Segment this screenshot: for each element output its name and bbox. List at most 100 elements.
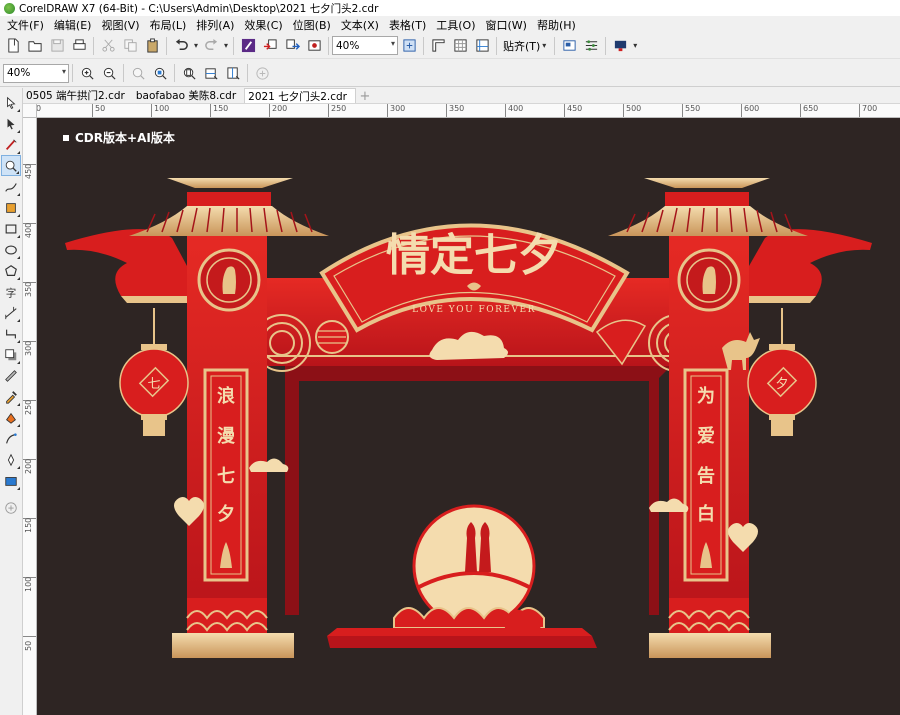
show-rulers-icon[interactable] xyxy=(427,35,449,57)
zoom-level-select[interactable]: 40% ▾ xyxy=(332,36,398,55)
interactive-fill-tool-icon[interactable] xyxy=(1,407,21,428)
vertical-ruler[interactable]: 450 400 350 300 250 200 150 100 50 xyxy=(23,118,37,715)
ruler-tick-label: 0 xyxy=(37,104,41,117)
menu-effects[interactable]: 效果(C) xyxy=(241,17,289,33)
snap-to-label: 贴齐(T) xyxy=(503,39,541,53)
zoom-in-icon[interactable] xyxy=(76,62,98,84)
outline-pen-tool-icon[interactable] xyxy=(1,449,21,470)
menu-tools[interactable]: 工具(O) xyxy=(433,17,482,33)
menu-window[interactable]: 窗口(W) xyxy=(483,17,534,33)
menu-text[interactable]: 文本(X) xyxy=(338,17,386,33)
ruler-tick-label: 100 xyxy=(24,576,33,592)
left-medallion xyxy=(197,248,261,312)
cut-icon[interactable] xyxy=(97,35,119,57)
document-tab-active[interactable]: 2021 七夕门头2.cdr xyxy=(244,88,356,103)
chevron-down-icon: ▾ xyxy=(61,66,66,76)
menu-file[interactable]: 文件(F) xyxy=(4,17,51,33)
ruler-tick-label: 400 xyxy=(505,104,523,117)
ruler-tick-label: 600 xyxy=(741,104,759,117)
drawing-canvas[interactable]: 情定七夕 LOVE YOU FOREVER 浪 漫 七 夕 为 爱 告 白 七 … xyxy=(37,118,900,715)
menu-view[interactable]: 视图(V) xyxy=(98,17,146,33)
document-tabs: 0505 端午拱门2.cdr baofabao 美陈8.cdr 2021 七夕门… xyxy=(23,88,900,104)
right-couplet-board: 为 爱 告 白 xyxy=(683,368,729,582)
smart-drawing-tool-icon[interactable] xyxy=(1,428,21,449)
redo-icon[interactable] xyxy=(200,35,222,57)
menu-layout[interactable]: 布局(L) xyxy=(147,17,194,33)
smart-fill-tool-icon[interactable] xyxy=(1,197,21,218)
separator xyxy=(423,36,424,55)
menu-table[interactable]: 表格(T) xyxy=(386,17,433,33)
right-couplet-char: 爱 xyxy=(697,426,715,447)
fill-tool-icon[interactable] xyxy=(1,470,21,491)
ruler-tick: 50 xyxy=(23,636,36,651)
save-icon[interactable] xyxy=(46,35,68,57)
pick-tool-icon[interactable] xyxy=(1,92,21,113)
zoom-to-page-width-icon[interactable] xyxy=(200,62,222,84)
options-icon[interactable] xyxy=(580,35,602,57)
paste-icon[interactable] xyxy=(141,35,163,57)
qixi-arch-artwork[interactable]: 情定七夕 LOVE YOU FOREVER 浪 漫 七 夕 为 爱 告 白 七 … xyxy=(37,118,900,715)
document-tab[interactable]: baofabao 美陈8.cdr xyxy=(133,88,244,103)
zoom-to-all-objects-icon[interactable] xyxy=(149,62,171,84)
left-couplet-char: 漫 xyxy=(217,426,236,447)
chevron-down-icon: ▾ xyxy=(390,39,395,48)
drop-shadow-tool-icon[interactable] xyxy=(1,344,21,365)
menu-bitmaps[interactable]: 位图(B) xyxy=(290,17,338,33)
export-icon[interactable] xyxy=(281,35,303,57)
ruler-tick-label: 200 xyxy=(24,458,33,474)
new-tab-icon[interactable]: + xyxy=(358,89,372,104)
polygon-tool-icon[interactable] xyxy=(1,260,21,281)
undo-icon[interactable] xyxy=(170,35,192,57)
connector-tool-icon[interactable] xyxy=(1,323,21,344)
copy-icon[interactable] xyxy=(119,35,141,57)
full-screen-preview-icon[interactable] xyxy=(398,35,420,57)
zoom-to-selected-icon[interactable] xyxy=(127,62,149,84)
add-tool-icon[interactable] xyxy=(1,497,21,518)
snap-to-button[interactable]: 贴齐(T) ▾ xyxy=(500,35,551,57)
redo-dropdown-icon[interactable]: ▾ xyxy=(222,41,230,50)
print-icon[interactable] xyxy=(68,35,90,57)
search-content-icon[interactable] xyxy=(237,35,259,57)
menu-arrange[interactable]: 排列(A) xyxy=(193,17,241,33)
menu-edit[interactable]: 编辑(E) xyxy=(51,17,99,33)
ellipse-tool-icon[interactable] xyxy=(1,239,21,260)
toolbox: 字 xyxy=(0,88,23,715)
document-tab[interactable]: 0505 端午拱门2.cdr xyxy=(23,88,133,103)
open-folder-icon[interactable] xyxy=(24,35,46,57)
ruler-tick: 100 xyxy=(23,577,36,592)
show-grid-icon[interactable] xyxy=(449,35,471,57)
undo-dropdown-icon[interactable]: ▾ xyxy=(192,41,200,50)
publish-pdf-icon[interactable] xyxy=(303,35,325,57)
application-launcher-icon[interactable] xyxy=(609,35,631,57)
menu-help[interactable]: 帮助(H) xyxy=(534,17,583,33)
freehand-tool-icon[interactable] xyxy=(1,176,21,197)
left-roof xyxy=(129,178,329,236)
ruler-tick-label: 200 xyxy=(269,104,287,117)
parallel-dimension-tool-icon[interactable] xyxy=(1,302,21,323)
ruler-tick-label: 300 xyxy=(387,104,405,117)
text-tool-icon[interactable]: 字 xyxy=(1,281,21,302)
zoom-levels-select[interactable]: 40% ▾ xyxy=(3,63,69,83)
welcome-screen-icon[interactable] xyxy=(558,35,580,57)
chevron-down-icon[interactable]: ▾ xyxy=(631,41,639,50)
transparency-tool-icon[interactable] xyxy=(1,365,21,386)
right-pillar-wave-base xyxy=(649,598,771,658)
window-title: CorelDRAW X7 (64-Bit) - C:\Users\Admin\D… xyxy=(19,2,379,15)
import-icon[interactable] xyxy=(259,35,281,57)
ruler-tick: 300 xyxy=(23,341,36,356)
zoom-tool-icon[interactable] xyxy=(1,155,21,176)
show-guidelines-icon[interactable] xyxy=(471,35,493,57)
add-icon[interactable] xyxy=(251,62,273,84)
shape-tool-icon[interactable] xyxy=(1,113,21,134)
zoom-property-bar: 40% ▾ xyxy=(0,60,900,87)
horizontal-ruler[interactable]: 0 50 100 150 200 250 300 350 400 450 500… xyxy=(37,104,900,118)
crop-tool-icon[interactable] xyxy=(1,134,21,155)
new-document-icon[interactable] xyxy=(2,35,24,57)
zoom-to-page-icon[interactable] xyxy=(178,62,200,84)
zoom-out-icon[interactable] xyxy=(98,62,120,84)
ruler-tick-label: 400 xyxy=(24,222,33,238)
color-eyedropper-tool-icon[interactable] xyxy=(1,386,21,407)
zoom-to-page-height-icon[interactable] xyxy=(222,62,244,84)
ruler-origin[interactable] xyxy=(23,104,37,118)
rectangle-tool-icon[interactable] xyxy=(1,218,21,239)
